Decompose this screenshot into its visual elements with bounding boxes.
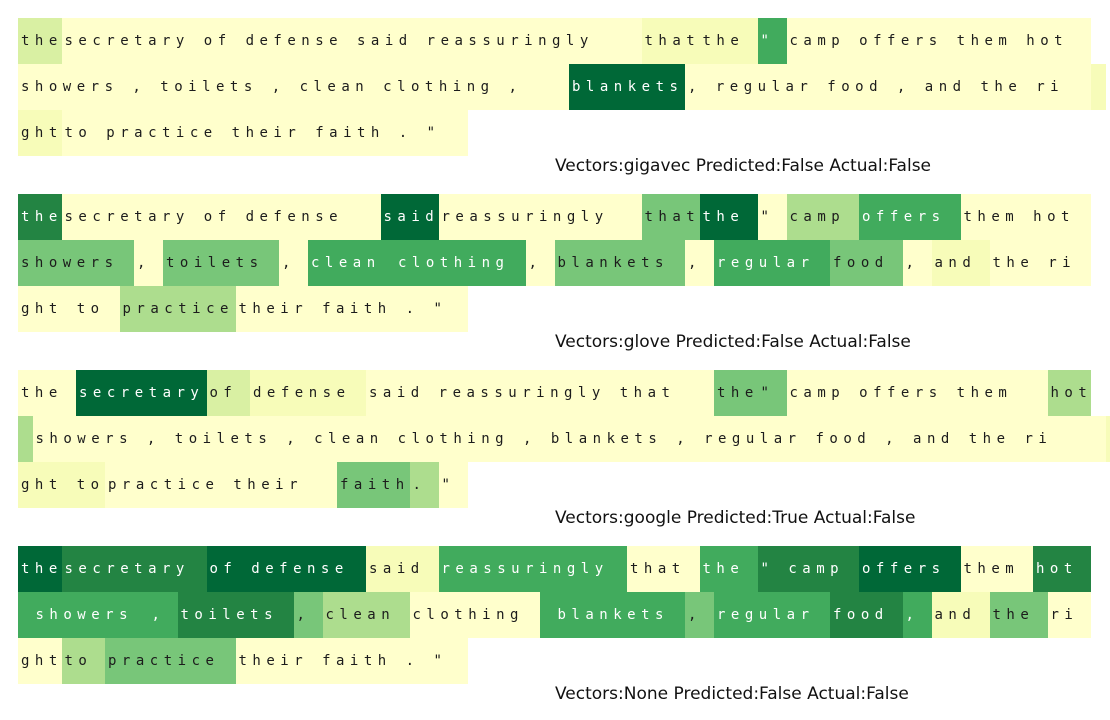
token-cell: the	[699, 194, 758, 240]
token-cell: showers	[32, 592, 149, 638]
token-cell: to practice their faith . "	[61, 110, 468, 156]
token-cell: secretary	[76, 370, 207, 416]
token-cell: blankets	[569, 64, 685, 110]
token-cell: the	[699, 18, 758, 64]
token-cell: food	[830, 240, 903, 286]
panel-caption: Vectors:None Predicted:False Actual:Fals…	[555, 684, 909, 704]
token-cell: of defense	[206, 546, 366, 592]
token-cell	[18, 416, 33, 462]
token-cell: the	[18, 546, 62, 592]
token-cell: offers	[859, 194, 961, 240]
token-cell: "	[438, 462, 468, 508]
token-cell	[18, 592, 33, 638]
token-cell: food	[830, 592, 903, 638]
token-cell: offers	[859, 546, 961, 592]
token-cell: ,	[279, 240, 308, 286]
token-cell: that	[641, 194, 700, 240]
token-cell: camp offers them	[786, 370, 1048, 416]
token-cell: practice	[119, 286, 236, 332]
token-cell: and	[931, 240, 990, 286]
token-cell: ,	[685, 240, 714, 286]
token-cell: ri	[1047, 592, 1091, 638]
token-cell: secretary of defense said reassuringly	[61, 18, 642, 64]
token-cell: the	[714, 370, 758, 416]
token-cell: showers , toilets , clean clothing ,	[18, 64, 569, 110]
token-cell: them hot	[960, 194, 1091, 240]
token-cell: said	[380, 194, 439, 240]
token-cell: ,	[148, 592, 178, 638]
token-cell: to	[61, 638, 105, 684]
panel-caption: Vectors:gigavec Predicted:False Actual:F…	[555, 156, 932, 176]
token-cell: regular	[714, 592, 830, 638]
token-cell: hot	[1047, 370, 1091, 416]
token-cell: "	[757, 370, 787, 416]
token-cell: .	[409, 462, 439, 508]
token-cell: faith	[337, 462, 410, 508]
token-cell: and	[931, 592, 990, 638]
token-cell: ,	[525, 240, 555, 286]
token-cell: practice	[105, 638, 236, 684]
token-cell: "	[757, 194, 787, 240]
token-cell: camp	[786, 194, 859, 240]
token-cell: secretary of defense	[61, 194, 381, 240]
token-cell: showers	[18, 240, 134, 286]
token-cell: practice their	[105, 462, 337, 508]
token-cell: the	[699, 546, 758, 592]
panel-caption: Vectors:google Predicted:True Actual:Fal…	[555, 508, 916, 528]
token-cell: ,	[134, 240, 163, 286]
token-cell: said	[366, 546, 439, 592]
token-cell	[1091, 64, 1106, 110]
token-cell: ght to	[18, 462, 105, 508]
token-cell: regular	[714, 240, 830, 286]
token-cell	[1105, 416, 1110, 462]
token-cell: "	[757, 18, 787, 64]
panel-caption: Vectors:glove Predicted:False Actual:Fal…	[555, 332, 911, 352]
token-cell: showers , toilets , clean clothing , bla…	[32, 416, 1106, 462]
token-cell: ght	[18, 638, 62, 684]
token-cell: blankets	[554, 592, 685, 638]
token-cell: toilets	[163, 240, 279, 286]
token-cell: camp offers them hot	[786, 18, 1091, 64]
token-cell: the	[18, 194, 62, 240]
token-cell: defense	[250, 370, 366, 416]
token-cell: the	[989, 592, 1048, 638]
token-cell: clothing	[395, 240, 526, 286]
token-cell: of	[206, 370, 250, 416]
token-cell: the ri	[989, 240, 1091, 286]
token-cell: reassuringly	[438, 546, 627, 592]
token-cell: the	[18, 370, 76, 416]
token-cell: clothing	[409, 592, 540, 638]
token-cell: the	[18, 18, 62, 64]
token-cell: blankets	[554, 240, 685, 286]
token-cell	[540, 592, 555, 638]
token-cell: hot	[1033, 546, 1091, 592]
token-cell: ght	[18, 110, 62, 156]
token-cell: secretary	[61, 546, 207, 592]
token-cell: them	[960, 546, 1033, 592]
token-cell: ,	[902, 592, 932, 638]
token-cell: ,	[293, 592, 323, 638]
token-cell: reassuringly	[438, 194, 642, 240]
token-cell: toilets	[177, 592, 294, 638]
token-cell: clean	[308, 240, 395, 286]
token-cell: ,	[685, 592, 714, 638]
token-cell: their faith . "	[235, 286, 468, 332]
token-cell: said reassuringly that	[366, 370, 714, 416]
token-cell: that	[641, 18, 700, 64]
token-cell: ,	[902, 240, 932, 286]
token-cell: their faith . "	[235, 638, 468, 684]
token-cell: , regular food , and the ri	[685, 64, 1091, 110]
token-cell: ght to	[18, 286, 120, 332]
token-cell: " camp	[757, 546, 859, 592]
token-cell: that	[627, 546, 700, 592]
token-cell: clean	[322, 592, 410, 638]
